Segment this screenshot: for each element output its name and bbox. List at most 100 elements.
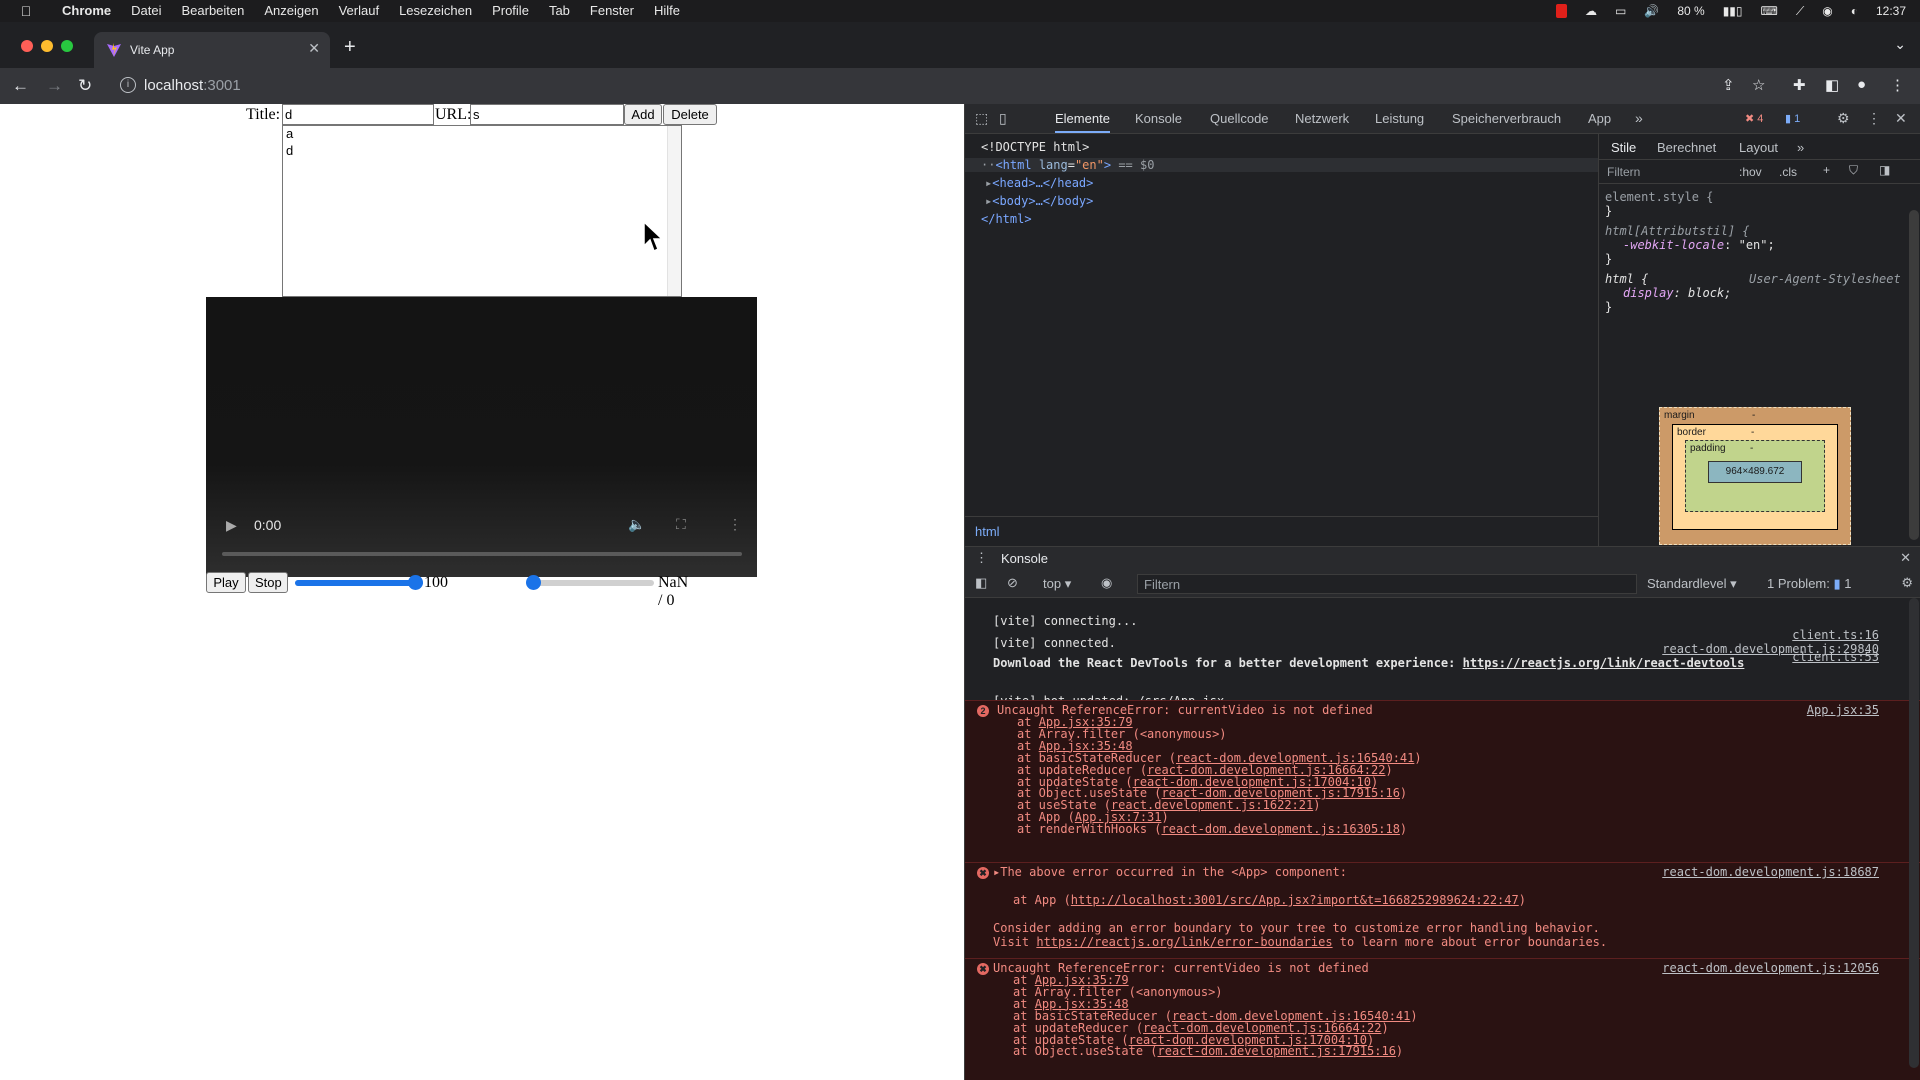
menu-lesezeichen[interactable]: Lesezeichen	[389, 0, 482, 22]
error-source[interactable]: react-dom.development.js:12056	[1662, 961, 1879, 975]
styles-filter-input[interactable]: Filtern	[1607, 165, 1640, 179]
error-boundaries-link[interactable]: https://reactjs.org/link/error-boundarie…	[1036, 935, 1332, 949]
dom-html-node[interactable]: ··<html lang="en"> == $0	[965, 158, 1598, 172]
delete-button[interactable]: Delete	[663, 104, 717, 125]
new-rule-icon[interactable]: +	[1823, 163, 1830, 177]
menu-bearbeiten[interactable]: Bearbeiten	[171, 0, 254, 22]
paint-icon[interactable]: ⛉	[1849, 163, 1858, 178]
settings-gear-icon[interactable]: ⚙	[1837, 110, 1850, 127]
play-circle-icon[interactable]: ◉	[1822, 4, 1832, 18]
box-padding[interactable]: padding - 964×489.672	[1685, 440, 1825, 512]
clock[interactable]: 12:37	[1876, 4, 1906, 18]
rule-locale-decl[interactable]: -webkit-locale: "en";	[1623, 238, 1775, 252]
console-message[interactable]: react-dom.development.js:29840 Download …	[965, 642, 1920, 676]
tab-close-icon[interactable]: ✕	[308, 40, 320, 57]
cloud-icon[interactable]: ☁	[1585, 4, 1597, 18]
menu-app-name[interactable]: Chrome	[52, 0, 121, 22]
console-error[interactable]: ✖ ▸The above error occurred in the <App>…	[965, 862, 1920, 958]
issues-button[interactable]: 1 Problem: ▮ 1	[1767, 576, 1852, 592]
dom-html-close[interactable]: </html>	[981, 212, 1032, 226]
box-model-diagram[interactable]: margin - border - padding - 964×489.672	[1659, 407, 1851, 545]
box-content-size[interactable]: 964×489.672	[1708, 461, 1802, 483]
volume-icon[interactable]: 🔊	[1644, 4, 1659, 18]
devtools-menu-icon[interactable]: ⋮	[1867, 110, 1881, 127]
error-count-badge[interactable]: ✖ 4	[1741, 111, 1767, 126]
display-icon[interactable]: ▭	[1615, 4, 1626, 18]
apple-menu-icon[interactable]: 	[0, 3, 52, 19]
video-list[interactable]: a d	[282, 125, 682, 297]
clear-console-icon[interactable]: ⊘	[1007, 575, 1018, 591]
error-source[interactable]: react-dom.development.js:18687	[1662, 865, 1879, 879]
back-icon[interactable]: ←	[12, 76, 29, 96]
url-input[interactable]	[470, 104, 624, 125]
battery-icon[interactable]: ▮▮▯	[1723, 4, 1743, 18]
toggle-sidebar-icon[interactable]: ◨	[1879, 163, 1890, 177]
side-panel-icon[interactable]: ◧	[1825, 76, 1839, 94]
video-mute-icon[interactable]: 🔈	[628, 516, 645, 533]
tab-leistung[interactable]: Leistung	[1375, 111, 1424, 126]
reload-icon[interactable]: ↻	[78, 76, 92, 96]
console-sidebar-icon[interactable]: ◧	[975, 575, 987, 591]
wifi-off-icon[interactable]: ⟋	[1796, 4, 1804, 19]
context-select[interactable]: top ▾	[1043, 576, 1071, 592]
bookmark-star-icon[interactable]: ☆	[1752, 76, 1765, 94]
frame-location-link[interactable]: react-dom.development.js:17915:16	[1158, 1044, 1396, 1058]
video-timeline[interactable]	[222, 552, 742, 556]
react-devtools-link[interactable]: https://reactjs.org/link/react-devtools	[1463, 656, 1745, 670]
rule-element-style[interactable]: element.style {	[1605, 190, 1713, 204]
cls-toggle[interactable]: .cls	[1779, 165, 1797, 179]
dom-body-node[interactable]: ▸<body>…</body>	[985, 194, 1093, 208]
zoom-window-button[interactable]	[61, 40, 73, 52]
tab-konsole[interactable]: Konsole	[1135, 111, 1182, 126]
console-message[interactable]: [vite] connected. client.ts:53	[965, 622, 1920, 664]
console-settings-gear-icon[interactable]: ⚙	[1901, 575, 1913, 591]
minimize-window-button[interactable]	[41, 40, 53, 52]
message-source[interactable]: react-dom.development.js:29840	[1662, 642, 1879, 656]
stop-button[interactable]: Stop	[248, 572, 288, 593]
message-count-badge[interactable]: ▮ 1	[1781, 111, 1804, 126]
extensions-icon[interactable]: ✚	[1793, 76, 1806, 94]
rule-display-decl[interactable]: display: block;	[1623, 286, 1731, 300]
tab-search-chevron-icon[interactable]: ⌄	[1894, 36, 1906, 53]
tab-berechnet[interactable]: Berechnet	[1657, 140, 1716, 155]
rule-attr-selector[interactable]: html[Attributstil] {	[1605, 224, 1750, 238]
seek-slider[interactable]	[526, 575, 654, 590]
tab-quellcode[interactable]: Quellcode	[1210, 111, 1269, 126]
menu-anzeigen[interactable]: Anzeigen	[254, 0, 328, 22]
error-source[interactable]: App.jsx:35	[1807, 703, 1879, 717]
close-window-button[interactable]	[21, 40, 33, 52]
box-border[interactable]: border - padding - 964×489.672	[1672, 424, 1838, 530]
menu-fenster[interactable]: Fenster	[580, 0, 644, 22]
console-filter-input[interactable]: Filtern	[1137, 574, 1637, 594]
drawer-close-icon[interactable]: ✕	[1900, 550, 1911, 566]
list-item[interactable]: a	[283, 126, 681, 143]
share-icon[interactable]: ⇪	[1722, 76, 1735, 94]
list-item[interactable]: d	[283, 143, 681, 160]
menu-profile[interactable]: Profile	[482, 0, 539, 22]
tab-layout[interactable]: Layout	[1739, 140, 1778, 155]
console-error[interactable]: 2 Uncaught ReferenceError: currentVideo …	[965, 700, 1920, 862]
drawer-menu-icon[interactable]: ⋮	[975, 550, 988, 566]
at-app-link[interactable]: http://localhost:3001/src/App.jsx?import…	[1071, 893, 1519, 907]
frame-location-link[interactable]: react-dom.development.js:16305:18	[1162, 822, 1400, 836]
chrome-menu-icon[interactable]: ⋮	[1890, 76, 1905, 94]
forward-icon[interactable]: →	[46, 76, 63, 96]
play-button[interactable]: Play	[206, 572, 246, 593]
address-bar[interactable]: i localhost:3001	[108, 72, 1708, 100]
screen-recording-icon[interactable]	[1556, 4, 1568, 18]
tab-elemente[interactable]: Elemente	[1055, 111, 1110, 133]
inspect-element-icon[interactable]: ⬚	[975, 110, 988, 127]
control-center-icon[interactable]: ◐	[1851, 4, 1858, 18]
rule-html-selector[interactable]: html {	[1605, 272, 1648, 286]
video-player[interactable]: ▶ 0:00 🔈 ⛶ ⋮	[206, 297, 757, 577]
site-info-icon[interactable]: i	[120, 77, 136, 93]
list-scrollbar[interactable]	[667, 126, 681, 296]
devtools-close-icon[interactable]: ✕	[1895, 110, 1907, 127]
more-styles-tabs-icon[interactable]: »	[1797, 140, 1804, 155]
video-more-icon[interactable]: ⋮	[728, 516, 742, 533]
console-error[interactable]: ✖ Uncaught ReferenceError: currentVideo …	[965, 958, 1920, 1080]
keyboard-icon[interactable]: ⌨	[1761, 4, 1778, 18]
hov-toggle[interactable]: :hov	[1739, 165, 1762, 179]
drawer-tab-konsole[interactable]: Konsole	[1001, 551, 1048, 566]
tab-netzwerk[interactable]: Netzwerk	[1295, 111, 1349, 126]
